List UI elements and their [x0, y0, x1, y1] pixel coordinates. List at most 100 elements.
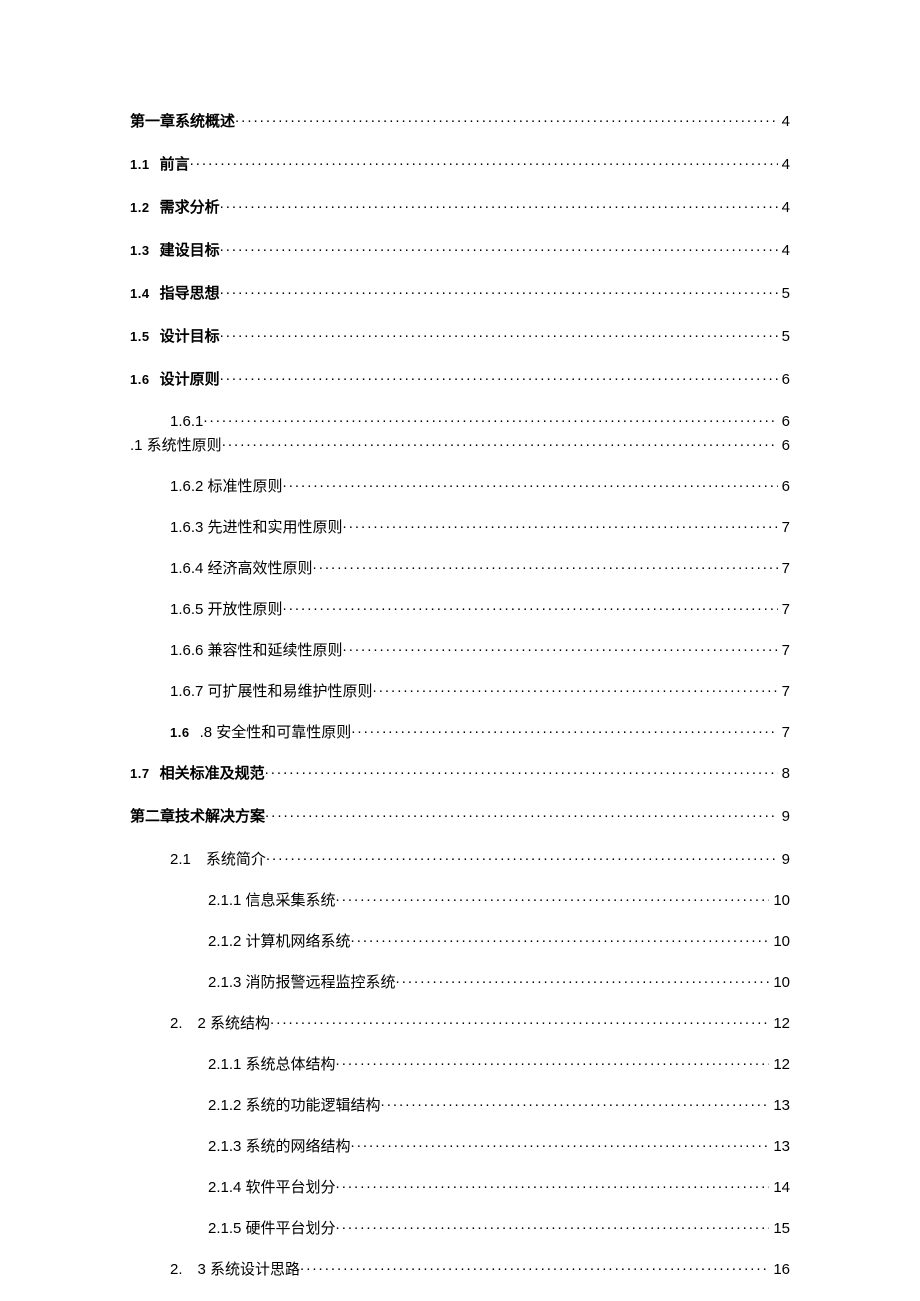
toc-row-multiline: 1.6.16.1 系统性原则6 [130, 411, 790, 455]
toc-dots [222, 435, 778, 450]
toc-row: 1.6.7 可扩展性和易维护性原则 7 [130, 680, 790, 701]
toc-page-number: 7 [778, 642, 790, 659]
toc-label: 建设目标 [160, 239, 220, 260]
toc-dots [351, 1136, 770, 1151]
toc-row: 1.7相关标准及规范 8 [130, 762, 790, 783]
toc-row: 2.1.4 软件平台划分 14 [130, 1176, 790, 1197]
toc-page-number: 9 [778, 851, 790, 868]
toc-page-number: 13 [769, 1138, 790, 1155]
toc-row: 2.1.3 消防报警远程监控系统 10 [130, 971, 790, 992]
toc-dots [351, 931, 770, 946]
toc-label: 2.1.5 硬件平台划分 [208, 1217, 336, 1238]
toc-label: 1.6.7 可扩展性和易维护性原则 [170, 680, 373, 701]
toc-label: 2.1.2 计算机网络系统 [208, 930, 351, 951]
toc-label: 2.1 系统简介 [170, 848, 266, 869]
toc-row: 1.4指导思想5 [130, 282, 790, 303]
toc-page-number: 12 [769, 1015, 790, 1032]
toc-number: 1.7 [130, 766, 160, 781]
toc-page: 第一章系统概述41.1前言41.2需求分析41.3建设目标41.4指导思想51.… [0, 0, 920, 1279]
toc-dots [313, 558, 778, 573]
toc-page-number: 5 [778, 285, 790, 302]
toc-row: 2.1.5 硬件平台划分 15 [130, 1217, 790, 1238]
toc-label: 2. 2 系统结构 [170, 1012, 270, 1033]
toc-page-number: 12 [769, 1056, 790, 1073]
toc-row: 2.1.3 系统的网络结构13 [130, 1135, 790, 1156]
toc-dots [266, 849, 778, 864]
toc-number: 1.1 [130, 157, 160, 172]
toc-label: 设计原则 [160, 368, 220, 389]
toc-row: 2. 3 系统设计思路 16 [130, 1258, 790, 1279]
toc-dots [265, 806, 778, 821]
toc-page-number: 10 [769, 933, 790, 950]
toc-number: 1.4 [130, 286, 160, 301]
toc-row: 2.1.2 系统的功能逻辑结构13 [130, 1094, 790, 1115]
toc-dots [270, 1013, 769, 1028]
toc-label: 相关标准及规范 [160, 762, 265, 783]
toc-page-number: 10 [769, 974, 790, 991]
toc-number: 1.6 [170, 725, 200, 740]
toc-row: 2.1.2 计算机网络系统 10 [130, 930, 790, 951]
toc-page-number: 4 [778, 199, 790, 216]
toc-label: 需求分析 [160, 196, 220, 217]
toc-label: 1.6.2 标准性原则 [170, 475, 283, 496]
toc-label: 1.6.6 兼容性和延续性原则 [170, 639, 343, 660]
toc-row: 第一章系统概述 4 [130, 110, 790, 131]
toc-row: 1.6.8 安全性和可靠性原则7 [130, 721, 790, 742]
toc-dots [381, 1095, 770, 1110]
toc-label: 2.1.1 信息采集系统 [208, 889, 336, 910]
toc-page-number: 6 [778, 371, 790, 388]
toc-dots [373, 681, 778, 696]
toc-dots [220, 240, 778, 255]
toc-row: 1.2需求分析 4 [130, 196, 790, 217]
toc-label: 1.6.4 经济高效性原则 [170, 557, 313, 578]
toc-page-number: 15 [769, 1220, 790, 1237]
toc-label: 1.6.3 先进性和实用性原则 [170, 516, 343, 537]
toc-page-number: 16 [769, 1261, 790, 1278]
toc-dots [396, 972, 770, 987]
toc-label: .8 安全性和可靠性原则 [200, 721, 352, 742]
toc-page-number: 13 [769, 1097, 790, 1114]
toc-dots [336, 890, 770, 905]
toc-dots [235, 111, 778, 126]
toc-row: 1.3建设目标4 [130, 239, 790, 260]
toc-row: 1.6.5 开放性原则7 [130, 598, 790, 619]
toc-row: 1.1前言 4 [130, 153, 790, 174]
toc-label: 2.1.3 消防报警远程监控系统 [208, 971, 396, 992]
toc-page-number: 4 [778, 113, 790, 130]
toc-label: 第二章技术解决方案 [130, 805, 265, 826]
toc-dots [265, 763, 778, 778]
toc-label: 2. 3 系统设计思路 [170, 1258, 300, 1279]
toc-row: 2.1.1 系统总体结构 12 [130, 1053, 790, 1074]
toc-page-number: 7 [778, 683, 790, 700]
toc-dots [283, 599, 778, 614]
toc-page-number: 7 [778, 601, 790, 618]
toc-row: 1.6设计原则 6 [130, 368, 790, 389]
toc-row: 1.6.3 先进性和实用性原则7 [130, 516, 790, 537]
toc-dots [220, 369, 778, 384]
toc-dots [220, 197, 778, 212]
toc-dots [343, 517, 778, 532]
toc-page-number: 8 [778, 765, 790, 782]
toc-page-number: 5 [778, 328, 790, 345]
toc-page-number: 14 [769, 1179, 790, 1196]
toc-row: 1.6.2 标准性原则6 [130, 475, 790, 496]
toc-page-number: 10 [769, 892, 790, 909]
toc-dots [336, 1054, 770, 1069]
toc-label: 第一章系统概述 [130, 110, 235, 131]
toc-number: 1.6 [130, 372, 160, 387]
toc-label: 2.1.1 系统总体结构 [208, 1053, 336, 1074]
toc-label: .1 系统性原则 [130, 434, 222, 455]
toc-dots [203, 411, 777, 426]
toc-row: 2.1 系统简介 9 [130, 848, 790, 869]
toc-row: 1.5设计目标5 [130, 325, 790, 346]
toc-page-number: 6 [778, 437, 790, 454]
toc-label: 前言 [160, 153, 190, 174]
toc-page-number: 6 [778, 413, 790, 430]
toc-label: 2.1.4 软件平台划分 [208, 1176, 336, 1197]
toc-dots [343, 640, 778, 655]
toc-page-number: 7 [778, 560, 790, 577]
toc-number: 1.2 [130, 200, 160, 215]
toc-number: 1.3 [130, 243, 160, 258]
toc-dots [351, 722, 777, 737]
toc-page-number: 4 [778, 156, 790, 173]
